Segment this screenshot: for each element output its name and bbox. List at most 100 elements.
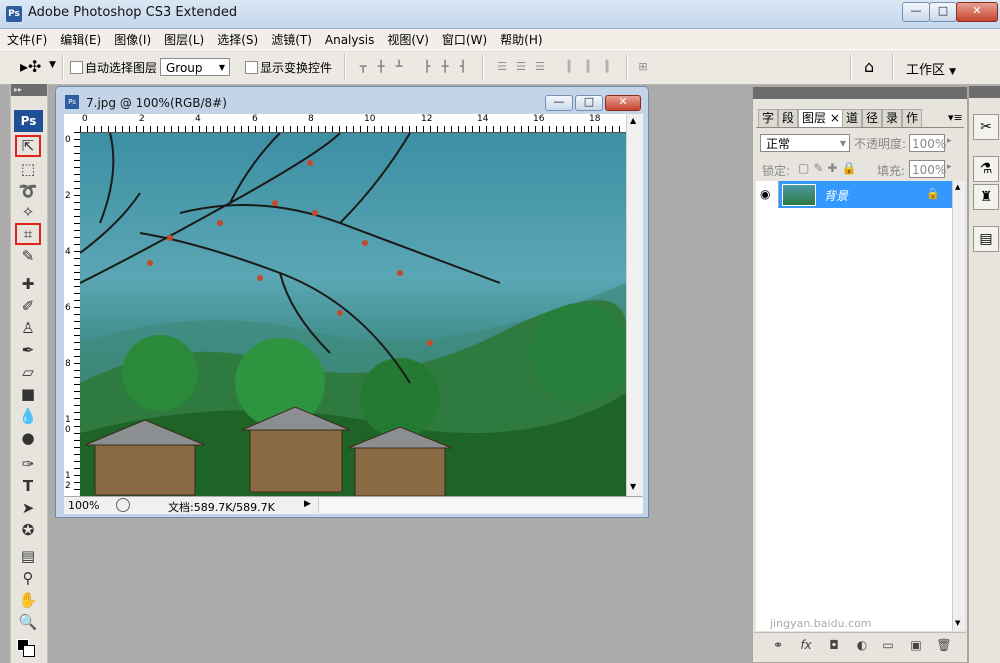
distribute-right-icon[interactable]: ║	[600, 61, 614, 73]
menu-filter[interactable]: 滤镜(T)	[264, 29, 318, 48]
lasso-tool[interactable]: ➰	[16, 181, 40, 201]
scroll-down-icon[interactable]: ▼	[955, 619, 960, 627]
lock-icons[interactable]: ▢✎✚🔒	[798, 161, 860, 175]
menu-edit[interactable]: 编辑(E)	[53, 29, 107, 48]
panel-collapse-icon[interactable]: ▸▸	[11, 84, 47, 96]
blur-tool[interactable]: 💧	[16, 406, 40, 426]
clone-stamp-tool[interactable]: ♙	[16, 318, 40, 338]
blend-mode-dropdown[interactable]: 正常 ▼	[760, 134, 850, 152]
tab-actions[interactable]: 作	[902, 109, 923, 127]
distribute-vcenter-icon[interactable]: ☰	[514, 61, 528, 73]
scroll-up-icon[interactable]: ▲	[630, 116, 636, 125]
horizontal-scrollbar[interactable]	[318, 498, 643, 513]
menu-select[interactable]: 选择(S)	[210, 29, 264, 48]
crop-tool[interactable]: ⌗	[15, 223, 41, 245]
show-transform-checkbox[interactable]	[245, 61, 258, 74]
tab-character[interactable]: 字	[758, 109, 779, 127]
menu-image[interactable]: 图像(I)	[107, 29, 157, 48]
image-canvas[interactable]	[80, 133, 626, 496]
tool-presets-icon[interactable]: ✂	[973, 114, 999, 140]
opacity-slider-icon[interactable]: ▸	[947, 136, 952, 146]
opacity-input[interactable]: 100%	[909, 134, 946, 152]
distribute-hcenter-icon[interactable]: ║	[581, 61, 595, 73]
tab-channels[interactable]: 道	[842, 109, 863, 127]
slice-tool[interactable]: ✎	[16, 246, 40, 266]
layers-scrollbar[interactable]: ▲ ▼	[952, 181, 965, 631]
scroll-up-icon[interactable]: ▲	[955, 183, 960, 191]
layer-name[interactable]: 背景	[824, 187, 848, 204]
healing-brush-tool[interactable]: ✚	[16, 274, 40, 294]
workspace-menu[interactable]: 工作区 ▼	[906, 59, 956, 78]
auto-select-checkbox[interactable]	[70, 61, 83, 74]
align-vcenter-icon[interactable]: ╋	[374, 61, 388, 73]
eyedropper-tool[interactable]: ⚲	[16, 568, 40, 588]
minimize-button[interactable]: —	[902, 2, 930, 22]
ruler-vertical[interactable]: 0 2 4 6 8 1 0 1 2	[64, 132, 81, 496]
magic-wand-tool[interactable]: ✧	[16, 202, 40, 222]
delete-layer-icon[interactable]: 🗑	[936, 637, 952, 653]
ruler-horizontal[interactable]: 0 2 4 6 8 10 12 14 16 18	[64, 114, 626, 133]
dodge-tool[interactable]: ●	[16, 428, 40, 448]
move-tool-preset-icon[interactable]: ▸✣	[20, 57, 41, 76]
bridge-icon[interactable]: ⌂	[864, 57, 874, 76]
panel-menu-icon[interactable]: ▾≡	[948, 111, 963, 124]
status-menu-arrow-icon[interactable]: ▶	[304, 499, 311, 509]
menu-analysis[interactable]: Analysis	[318, 31, 380, 47]
close-button[interactable]: ✕	[956, 2, 998, 22]
add-mask-icon[interactable]: ◘	[826, 637, 842, 653]
auto-align-icon[interactable]: ⊞	[636, 61, 650, 73]
maximize-button[interactable]: □	[929, 2, 957, 22]
menu-window[interactable]: 窗口(W)	[435, 29, 493, 48]
scroll-down-icon[interactable]: ▼	[630, 482, 636, 491]
tab-paragraph[interactable]: 段	[778, 109, 799, 127]
layer-row[interactable]: ◉ 背景 🔒	[756, 181, 952, 208]
menu-file[interactable]: 文件(F)	[0, 29, 53, 48]
vertical-scrollbar[interactable]: ▲ ▼	[626, 114, 643, 496]
auto-select-dropdown[interactable]: Group ▼	[160, 58, 230, 76]
zoom-tool[interactable]: 🔍	[16, 612, 40, 632]
pen-tool[interactable]: ✑	[16, 454, 40, 474]
align-right-icon[interactable]: ┫	[456, 61, 470, 73]
fill-slider-icon[interactable]: ▸	[947, 162, 952, 172]
notes-tool[interactable]: ▤	[16, 546, 40, 566]
distribute-top-icon[interactable]: ☰	[495, 61, 509, 73]
hand-tool[interactable]: ✋	[16, 590, 40, 610]
align-bottom-icon[interactable]: ┻	[392, 61, 406, 73]
gradient-tool[interactable]: ■	[16, 384, 40, 404]
fill-input[interactable]: 100%	[909, 160, 946, 178]
clone-source-icon[interactable]: ♜	[973, 184, 999, 210]
layer-style-icon[interactable]: fx	[798, 637, 814, 653]
eraser-tool[interactable]: ▱	[16, 362, 40, 382]
doc-minimize-button[interactable]: —	[545, 95, 573, 111]
move-tool[interactable]: ⇱	[15, 135, 41, 157]
zoom-level[interactable]: 100%	[68, 499, 99, 512]
path-selection-tool[interactable]: ➤	[16, 498, 40, 518]
brush-tool[interactable]: ✐	[16, 296, 40, 316]
menu-view[interactable]: 视图(V)	[380, 29, 435, 48]
distribute-bottom-icon[interactable]: ☰	[533, 61, 547, 73]
menu-help[interactable]: 帮助(H)	[493, 29, 548, 48]
chevron-down-icon[interactable]: ▼	[49, 60, 56, 70]
tab-history[interactable]: 录	[882, 109, 903, 127]
layer-visibility-toggle[interactable]: ◉	[756, 181, 779, 208]
history-brush-tool[interactable]: ✒	[16, 340, 40, 360]
type-tool[interactable]: T	[16, 476, 40, 496]
align-hcenter-icon[interactable]: ╋	[438, 61, 452, 73]
distribute-left-icon[interactable]: ║	[562, 61, 576, 73]
info-panel-icon[interactable]: ▤	[973, 226, 999, 252]
align-left-icon[interactable]: ┣	[420, 61, 434, 73]
tab-layers[interactable]: 图层 ×	[798, 109, 844, 127]
zoom-icon[interactable]	[116, 498, 130, 512]
adjustment-layer-icon[interactable]: ◐	[854, 637, 870, 653]
align-top-icon[interactable]: ┳	[356, 61, 370, 73]
new-group-icon[interactable]: ▭	[880, 637, 896, 653]
background-color-swatch[interactable]	[23, 645, 35, 657]
menu-layer[interactable]: 图层(L)	[157, 29, 210, 48]
doc-maximize-button[interactable]: □	[575, 95, 603, 111]
tab-paths[interactable]: 径	[862, 109, 883, 127]
doc-close-button[interactable]: ✕	[605, 95, 641, 111]
brushes-icon[interactable]: ⚗	[973, 156, 999, 182]
custom-shape-tool[interactable]: ✪	[16, 520, 40, 540]
new-layer-icon[interactable]: ▣	[908, 637, 924, 653]
link-layers-icon[interactable]: ⚭	[770, 637, 786, 653]
